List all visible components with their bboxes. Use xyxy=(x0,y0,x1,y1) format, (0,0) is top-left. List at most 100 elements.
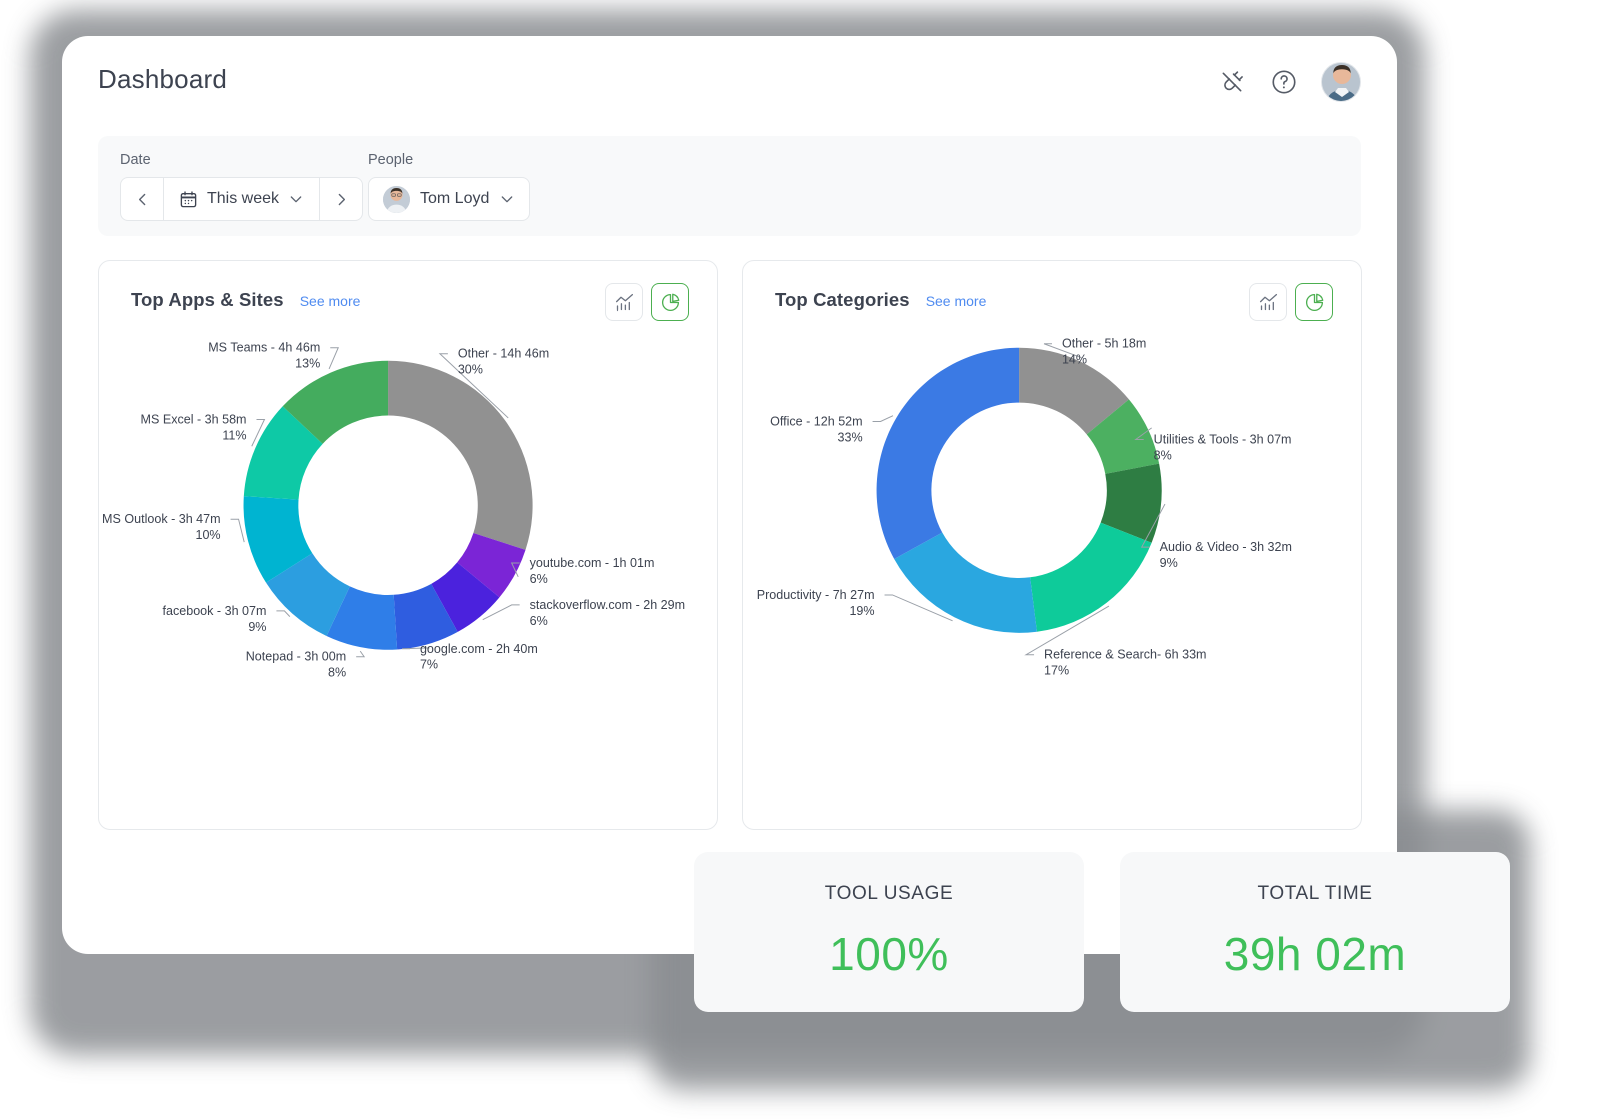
stat-value: 100% xyxy=(829,928,949,980)
donut-label: MS Outlook - 3h 47m 10% xyxy=(102,512,245,543)
donut-label: Audio & Video - 3h 32m 9% xyxy=(1140,503,1292,570)
donut-label-percent: 30% xyxy=(458,363,483,377)
donut-label-text: MS Outlook - 3h 47m xyxy=(102,512,221,526)
donut-label-text: Utilities & Tools - 3h 07m xyxy=(1154,432,1292,446)
people-filter: People Tom Loyd xyxy=(368,152,531,221)
donut-label-text: MS Excel - 3h 58m xyxy=(141,413,247,427)
donut-label-percent: 13% xyxy=(295,357,320,371)
donut-segments xyxy=(876,347,1162,633)
donut-label-percent: 9% xyxy=(248,620,266,634)
donut-label-percent: 8% xyxy=(328,666,346,680)
categories-donut-svg: Other - 5h 18m 14% Utilities & Tools - 3h … xyxy=(757,337,1292,678)
summary-stats: TOOL USAGE 100% TOTAL TIME 39h 02m xyxy=(694,852,1510,1012)
donut-slice[interactable] xyxy=(876,347,1020,559)
card-top-categories: Top Categories See more Other - 5h 18m 1… xyxy=(742,260,1362,830)
apps-donut-svg: Other - 14h 46m 30% youtube.com - 1h 01m 6%… xyxy=(102,341,686,680)
donut-leader-line xyxy=(328,347,339,370)
donut-label-text: MS Teams - 4h 46m xyxy=(208,341,320,355)
donut-label-percent: 11% xyxy=(222,428,246,442)
donut-label-text: google.com - 2h 40m xyxy=(420,642,538,656)
people-filter-label: People xyxy=(368,152,414,168)
donut-slice[interactable] xyxy=(388,360,533,550)
donut-label-percent: 33% xyxy=(837,430,862,444)
donut-label: Notepad - 3h 00m 8% xyxy=(246,650,366,680)
view-toggle-group xyxy=(605,283,689,321)
donut-label-text: Office - 12h 52m xyxy=(770,414,863,428)
card-top-apps-sites: Top Apps & Sites See more Other - 14h 46… xyxy=(98,260,718,830)
chevron-down-icon xyxy=(499,191,515,207)
date-value-text: This week xyxy=(207,190,280,207)
avatar[interactable] xyxy=(1321,62,1361,102)
stat-card-tool-usage: TOOL USAGE 100% xyxy=(694,852,1084,1012)
donut-label-text: Notepad - 3h 00m xyxy=(246,650,346,664)
card-title: Top Categories xyxy=(775,289,910,310)
donut-label: stackoverflow.com - 2h 29m 6% xyxy=(482,598,686,628)
donut-label: MS Excel - 3h 58m11% xyxy=(141,413,266,447)
donut-leader-line xyxy=(356,650,366,658)
donut-label: MS Teams - 4h 46m 13% xyxy=(208,341,339,371)
date-value-dropdown[interactable]: This week xyxy=(164,178,319,220)
donut-label-text: Audio & Video - 3h 32m xyxy=(1160,540,1292,554)
apps-donut-chart: Other - 14h 46m 30% youtube.com - 1h 01m 6%… xyxy=(99,325,717,831)
donut-leader-line xyxy=(276,610,291,617)
donut-label-percent: 19% xyxy=(849,604,874,618)
donut-label-text: Reference & Search- 6h 33m xyxy=(1044,648,1207,662)
date-next-button[interactable] xyxy=(320,178,362,220)
people-value-text: Tom Loyd xyxy=(420,190,490,207)
plug-disconnected-icon[interactable] xyxy=(1217,67,1247,97)
donut-label-percent: 6% xyxy=(530,614,548,628)
calendar-icon xyxy=(179,190,198,209)
top-bar-actions xyxy=(1217,62,1361,102)
app-window: Dashboard Date This week People Tom Loyd… xyxy=(62,36,1397,954)
filter-bar: Date This week People Tom Loyd xyxy=(98,136,1361,236)
donut-label-text: Other - 5h 18m xyxy=(1062,337,1146,351)
date-filter: Date This week xyxy=(120,152,364,221)
page-title: Dashboard xyxy=(98,64,227,94)
top-bar: Dashboard xyxy=(62,36,1397,132)
stat-label: TOTAL TIME xyxy=(1257,883,1373,904)
chevron-down-icon xyxy=(288,191,304,207)
charts-row: Top Apps & Sites See more Other - 14h 46… xyxy=(98,260,1362,830)
donut-leader-line xyxy=(230,518,245,543)
pie-chart-view-button[interactable] xyxy=(1295,283,1333,321)
line-chart-view-button[interactable] xyxy=(1249,283,1287,321)
donut-label-text: Productivity - 7h 27m xyxy=(757,588,875,602)
date-filter-label: Date xyxy=(120,152,151,168)
see-more-link[interactable]: See more xyxy=(926,293,987,309)
donut-label: Utilities & Tools - 3h 07m 8% xyxy=(1134,427,1292,462)
stat-card-total-time: TOTAL TIME 39h 02m xyxy=(1120,852,1510,1012)
donut-label-percent: 9% xyxy=(1160,556,1178,570)
donut-label-percent: 14% xyxy=(1062,353,1087,367)
pie-chart-view-button[interactable] xyxy=(651,283,689,321)
donut-label-text: Other - 14h 46m xyxy=(458,347,549,361)
line-chart-view-button[interactable] xyxy=(605,283,643,321)
donut-label-text: youtube.com - 1h 01m xyxy=(530,556,655,570)
donut-label: youtube.com - 1h 01m 6% xyxy=(510,556,655,586)
stat-value: 39h 02m xyxy=(1223,928,1407,980)
donut-leader-line xyxy=(872,415,894,423)
date-range-picker: This week xyxy=(120,177,364,221)
card-header: Top Categories See more xyxy=(775,289,986,311)
view-toggle-group xyxy=(1249,283,1333,321)
donut-label: facebook - 3h 07m 9% xyxy=(163,604,291,634)
date-prev-button[interactable] xyxy=(121,178,163,220)
donut-label-percent: 6% xyxy=(530,572,548,586)
donut-slice[interactable] xyxy=(894,532,1037,633)
donut-slice[interactable] xyxy=(1030,522,1152,632)
donut-segments xyxy=(243,360,533,650)
people-avatar xyxy=(383,185,410,213)
stat-label: TOOL USAGE xyxy=(824,883,954,904)
donut-label-percent: 10% xyxy=(195,528,220,542)
donut-label-text: stackoverflow.com - 2h 29m xyxy=(530,598,686,612)
help-icon[interactable] xyxy=(1269,67,1299,97)
donut-label-percent: 8% xyxy=(1154,448,1172,462)
card-title: Top Apps & Sites xyxy=(131,289,284,310)
screenshot-root: Dashboard Date This week People Tom Loyd… xyxy=(0,0,1605,1120)
people-dropdown[interactable]: Tom Loyd xyxy=(368,177,531,221)
donut-label-percent: 7% xyxy=(420,658,438,672)
see-more-link[interactable]: See more xyxy=(300,293,361,309)
donut-label: google.com - 2h 40m 7% xyxy=(402,642,538,672)
donut-label-text: facebook - 3h 07m xyxy=(163,604,267,618)
donut-label-percent: 17% xyxy=(1044,664,1069,678)
card-header: Top Apps & Sites See more xyxy=(131,289,360,311)
